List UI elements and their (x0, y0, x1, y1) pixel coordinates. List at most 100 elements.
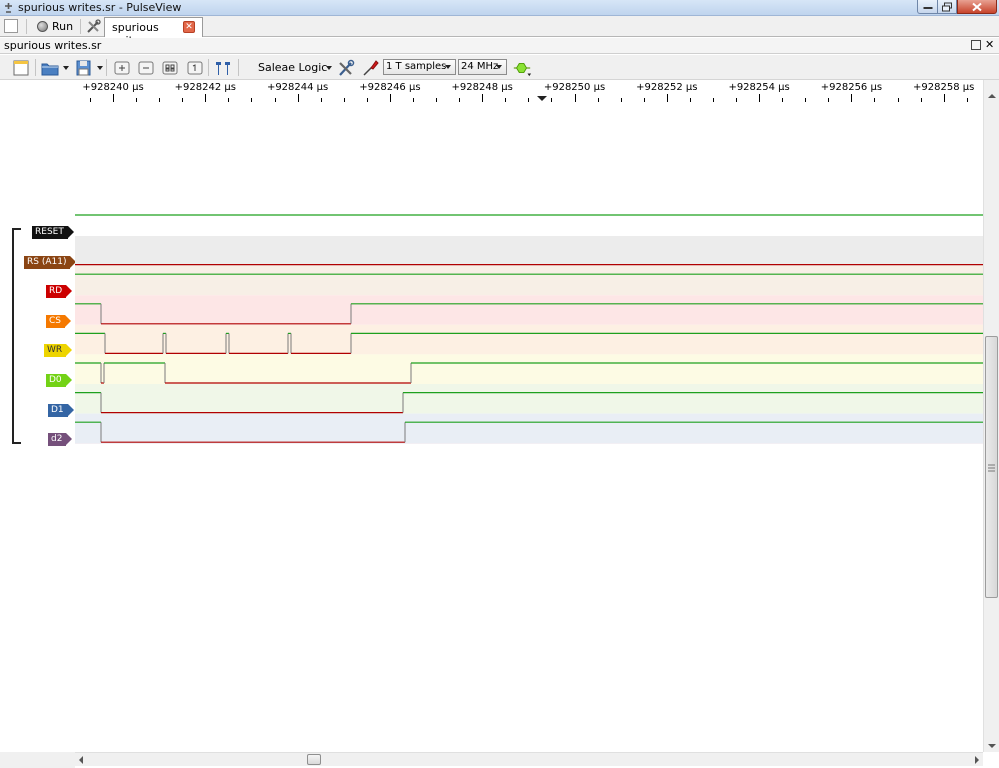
restore-icon (942, 2, 952, 11)
view-title: spurious writes.sr (4, 39, 102, 52)
toolbar-separator (26, 19, 27, 34)
sample-count-value: 1 T samples (386, 61, 447, 72)
signal-row-background (75, 413, 983, 444)
ruler-tick (136, 98, 138, 102)
device-select[interactable]: Saleae Logic (250, 60, 335, 76)
run-label: Run (52, 20, 74, 33)
run-button[interactable]: Run (33, 18, 77, 35)
scroll-up-icon[interactable] (988, 94, 996, 98)
ruler-tick (459, 98, 461, 102)
ruler-tick (643, 98, 645, 102)
signal-label-d1[interactable]: D1 (48, 403, 74, 417)
title-bar: spurious writes.sr - PulseView (0, 0, 999, 16)
bottom-left-gutter (0, 752, 75, 768)
run-status-icon (37, 21, 48, 32)
chevron-down-icon[interactable] (97, 66, 103, 70)
ruler-tick (251, 98, 253, 102)
zoom-one-to-one-icon[interactable] (185, 58, 205, 78)
ruler-tick-label: +928242 µs (174, 82, 236, 93)
ruler-tick (966, 98, 968, 102)
new-view-icon[interactable] (11, 58, 31, 78)
tab-session[interactable]: spurious writes.sr ✕ (104, 17, 203, 47)
ruler-tick (551, 98, 553, 102)
ruler-tick (666, 94, 668, 102)
ruler-tick (505, 98, 507, 102)
toolbar-separator (80, 19, 81, 34)
pulseview-app-icon (5, 3, 12, 13)
scroll-down-icon[interactable] (988, 744, 996, 748)
cursor-markers-icon[interactable] (213, 58, 233, 78)
close-icon (972, 2, 982, 11)
maximize-button[interactable] (937, 0, 957, 14)
close-window-button[interactable] (957, 0, 997, 14)
ruler-tick (182, 98, 184, 102)
toolbar-separator (106, 59, 107, 76)
ruler-tick (412, 98, 414, 102)
device-name: Saleae Logic (258, 61, 328, 74)
chevron-down-icon (326, 66, 332, 70)
ruler-tick (320, 98, 322, 102)
toolbar-separator (208, 59, 209, 76)
ruler-tick (89, 98, 91, 102)
signal-row-background (75, 354, 983, 384)
device-config-tools-icon[interactable] (336, 58, 356, 78)
chevron-down-icon[interactable] (63, 66, 69, 70)
ruler-tick-label: +928244 µs (266, 82, 329, 93)
zoom-fit-icon[interactable] (160, 58, 180, 78)
ruler-tick-label: +928254 µs (728, 82, 790, 93)
signal-label-wr[interactable]: WR (44, 344, 73, 358)
probe-channels-icon[interactable] (360, 58, 380, 78)
zoom-in-icon[interactable] (112, 58, 132, 78)
signal-label-rs-a11[interactable]: RS (A11) (24, 255, 78, 269)
ruler-tick (205, 94, 207, 102)
ruler-tick (736, 98, 738, 102)
save-icon[interactable] (74, 58, 94, 78)
samplerate-value: 24 MHz (461, 61, 499, 72)
add-decoder-icon[interactable] (512, 58, 532, 78)
ruler-tick (782, 98, 784, 102)
ruler-tick (597, 98, 599, 102)
samplerate-select[interactable]: 24 MHz (458, 59, 507, 75)
waveform-canvas[interactable] (75, 208, 983, 444)
scroll-left-icon[interactable] (79, 756, 83, 764)
ruler-tick (574, 94, 576, 102)
float-view-icon[interactable] (971, 40, 981, 50)
chevron-down-icon (445, 65, 451, 69)
close-view-icon[interactable]: ✕ (985, 38, 994, 51)
settings-tools-icon[interactable] (85, 18, 102, 35)
time-ruler[interactable]: +928240 µs +928242 µs +928244 µs +928246 µs… (75, 80, 983, 108)
toolbar-separator (35, 59, 36, 76)
vertical-scroll-thumb[interactable] (985, 336, 998, 598)
ruler-tick (874, 98, 876, 102)
ruler-tick (528, 98, 530, 102)
ruler-tick (620, 98, 622, 102)
ruler-tick (851, 94, 853, 102)
ruler-tick-label: +928252 µs (636, 82, 698, 93)
horizontal-scroll-thumb[interactable] (307, 754, 321, 765)
main-toolbar: Run spurious writes.sr ✕ (0, 16, 999, 47)
new-session-icon[interactable] (4, 19, 18, 33)
open-folder-icon[interactable] (40, 58, 60, 78)
ruler-tick-label: +928256 µs (820, 82, 883, 93)
tab-close-icon[interactable]: ✕ (183, 21, 195, 33)
horizontal-scrollbar[interactable] (75, 752, 983, 766)
ruler-tick (689, 98, 691, 102)
view-toolbar: Saleae Logic 1 T samples 24 MHz (0, 55, 999, 80)
minimize-button[interactable] (917, 0, 938, 14)
signal-row-background (75, 443, 983, 444)
ruler-tick (759, 94, 761, 102)
signal-label-rd[interactable]: RD (46, 285, 73, 299)
signal-row-background (75, 324, 983, 355)
vertical-scrollbar[interactable] (983, 80, 999, 752)
sample-count-select[interactable]: 1 T samples (383, 59, 456, 75)
ruler-tick-label: +928246 µs (359, 82, 421, 93)
ruler-tick (897, 98, 899, 102)
ruler-tick-label: +928240 µs (82, 82, 144, 93)
zoom-out-icon[interactable] (136, 58, 156, 78)
scroll-right-icon[interactable] (975, 756, 979, 764)
signal-label-d0[interactable]: D0 (46, 374, 72, 387)
signal-label-cs[interactable]: CS (46, 314, 71, 328)
signal-label-reset[interactable]: RESET (32, 226, 74, 239)
signal-label-d2[interactable]: d2 (48, 433, 74, 447)
ruler-tick (828, 98, 830, 102)
